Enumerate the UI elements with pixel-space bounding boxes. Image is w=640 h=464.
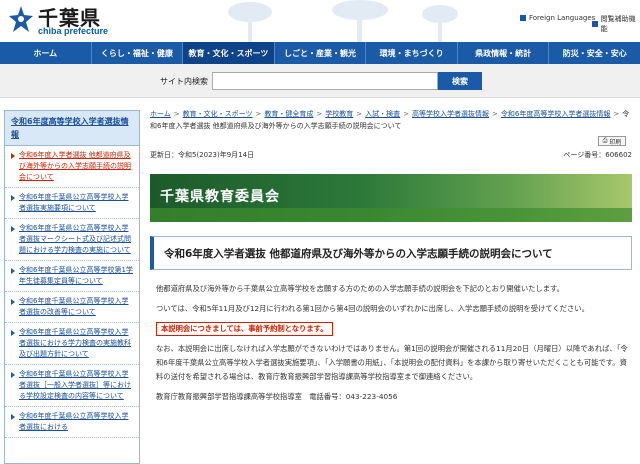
reading-assist-link[interactable]: 閲覧補助機能 — [592, 14, 640, 34]
reservation-notice: 本説明会につきましては、事前予約制となります。 — [156, 322, 333, 336]
foreign-languages-link[interactable]: Foreign Languages — [520, 14, 595, 22]
sidebar-item-marksheet[interactable]: 令和6年度千葉県公立高等学校入学者選抜マークシート式及び記述式問題における学力検… — [5, 219, 139, 261]
search-button[interactable]: 検索 — [438, 72, 482, 90]
board-of-education-banner: 千葉県教育委員会 — [150, 174, 632, 222]
sidebar-item-subjects[interactable]: 令和6年度千葉県公立高等学校入学者選抜における学力検査の実施教科及び出題方針につ… — [5, 323, 139, 365]
site-header: 千葉県 chiba prefecture Foreign Languages 閲… — [0, 0, 640, 42]
breadcrumb: ホーム > 教育・文化・スポーツ > 教育・健全育成 > 学校教育 > 入試・検査 > 高等学校入学… — [150, 108, 634, 132]
updated-date: 更新日：令和5(2023)年9月14日 — [150, 151, 255, 159]
breadcrumb-separator: > — [492, 110, 498, 118]
nav-education[interactable]: 教育・文化・スポーツ — [183, 42, 275, 64]
search-label: サイト内検索 — [160, 77, 208, 86]
sidebar-item-more[interactable]: 令和6年度千葉県公立高等学校入学者選抜における — [5, 407, 139, 438]
nav-safety[interactable]: 防災・安全・安心 — [549, 42, 640, 64]
nav-life[interactable]: くらし・福祉・健康 — [92, 42, 184, 64]
sidebar-item-improvements[interactable]: 令和6年度千葉県公立高等学校入学者選抜の改善等について — [5, 292, 139, 323]
paragraph-attendance: ついては、令和5年11月及び12月に行われる第1回から第4回の説明会のいずれかに… — [156, 304, 589, 313]
nav-politics[interactable]: 県政情報・統計 — [458, 42, 550, 64]
nav-home[interactable]: ホーム — [0, 42, 92, 64]
breadcrumb-separator: > — [613, 110, 620, 118]
breadcrumb-link[interactable]: 入試・検査 — [365, 110, 400, 118]
breadcrumb-separator: > — [173, 110, 180, 118]
printer-icon: ⎙ — [602, 137, 608, 144]
breadcrumb-link[interactable]: 教育・健全育成 — [264, 110, 313, 118]
breadcrumb-link[interactable]: 教育・文化・スポーツ — [183, 110, 253, 118]
page-title: 令和6年度入学者選抜 他都道府県及び海外等からの入学志願手続の説明会について — [164, 247, 553, 260]
square-bullet-icon — [592, 21, 598, 27]
article-body: 他都道府県及び海外等から千葉県公立高等学校を志願する方のための入学志願手続の説明… — [156, 282, 632, 410]
page-meta: 更新日：令和5(2023)年9月14日 ページ番号：606602 — [150, 150, 632, 162]
print-button[interactable]: ⎙ 印刷 — [598, 136, 626, 146]
breadcrumb-separator: > — [403, 110, 410, 118]
breadcrumb-link[interactable]: ホーム — [150, 110, 171, 118]
paragraph-intro: 他都道府県及び海外等から千葉県公立高等学校を志願する方のための入学志願手続の説明… — [156, 284, 564, 293]
search-bar: サイト内検索 検索 — [0, 64, 640, 98]
page-title-box: 令和6年度入学者選抜 他都道府県及び海外等からの入学志願手続の説明会について — [150, 236, 632, 270]
breadcrumb-link[interactable]: 令和6年度高等学校入学者選抜情報 — [501, 110, 610, 118]
tree-watermark-icon — [228, 0, 458, 42]
sidebar-item-school-tests[interactable]: 令和6年度千葉県公立高等学校入学者選抜［一般入学者選抜］等における学校設定検査の… — [5, 365, 139, 407]
chiba-logo-icon[interactable] — [8, 5, 34, 33]
sidebar: 令和6年度高等学校入学者選抜情報 令和6年度入学者選抜 他都道府県及び海外等から… — [4, 110, 140, 464]
search-input[interactable] — [212, 72, 438, 90]
page-number: ページ番号：606602 — [563, 151, 632, 159]
paragraph-details: なお、本説明会に出席しなければ入学志願ができないわけではありません。第1回の説明… — [156, 344, 628, 381]
sidebar-heading[interactable]: 令和6年度高等学校入学者選抜情報 — [5, 111, 139, 146]
nav-environment[interactable]: 環境・まちづくり — [366, 42, 458, 64]
banner-photo — [150, 208, 632, 222]
contact-info: 教育庁教育振興部学習指導課高等学校指導室 電話番号：043-223-4056 — [156, 392, 398, 401]
sidebar-item-briefing[interactable]: 令和6年度入学者選抜 他都道府県及び海外等からの入学志願手続の説明会について — [5, 146, 139, 188]
breadcrumb-separator: > — [255, 110, 262, 118]
site-subtitle[interactable]: chiba prefecture — [38, 26, 108, 36]
banner-title: 千葉県教育委員会 — [160, 189, 280, 205]
breadcrumb-link[interactable]: 高等学校入学者選抜情報 — [412, 110, 489, 118]
nav-work[interactable]: しごと・産業・観光 — [275, 42, 367, 64]
square-bullet-icon — [520, 15, 526, 21]
breadcrumb-separator: > — [316, 110, 323, 118]
breadcrumb-link[interactable]: 学校教育 — [325, 110, 353, 118]
sidebar-item-capacity[interactable]: 令和6年度千葉県公立高等学校第1学年生徒募集定員等について — [5, 261, 139, 292]
global-nav: ホーム くらし・福祉・健康 教育・文化・スポーツ しごと・産業・観光 環境・まち… — [0, 42, 640, 64]
sidebar-item-guidelines[interactable]: 令和6年度千葉県公立高等学校入学者選抜実施要項について — [5, 188, 139, 219]
breadcrumb-separator: > — [356, 110, 363, 118]
